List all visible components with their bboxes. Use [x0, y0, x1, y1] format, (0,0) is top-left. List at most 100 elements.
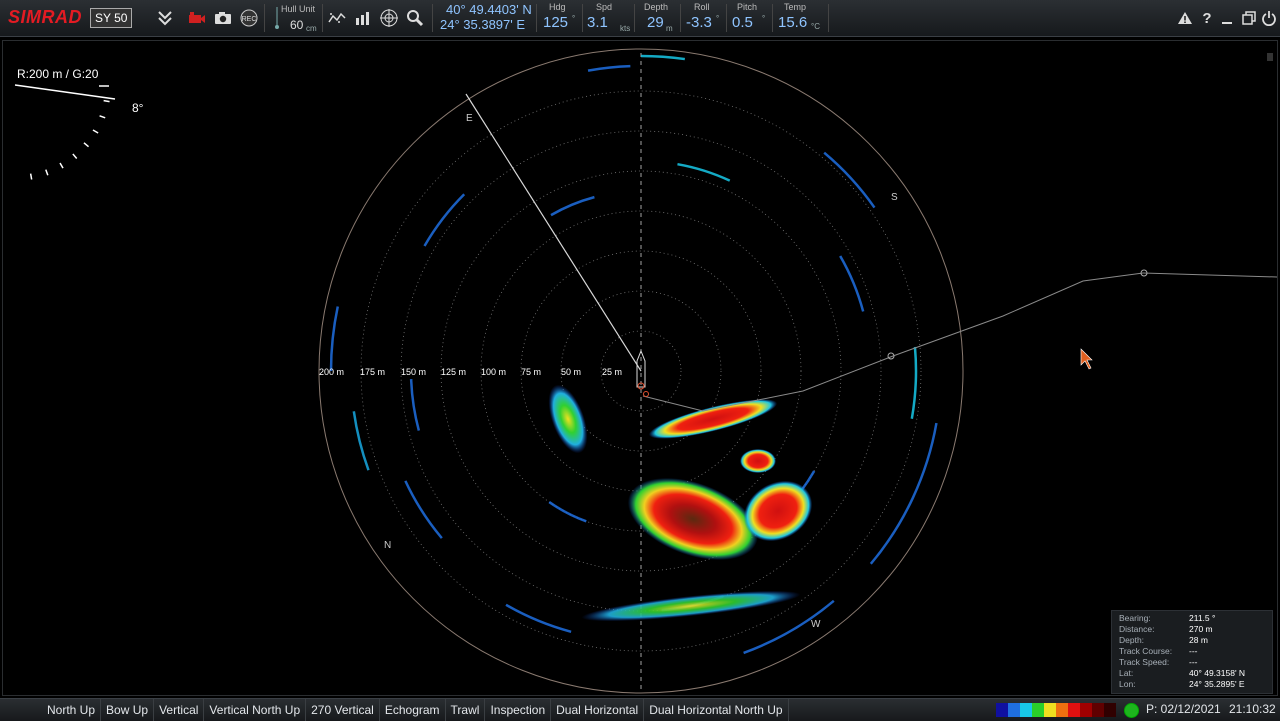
view-mode-tab[interactable]: Vertical	[154, 699, 205, 721]
color-scale-swatch	[996, 703, 1008, 717]
track-line	[642, 272, 1277, 412]
echo-arc	[823, 151, 876, 209]
info-row: Lon: 24° 35.2895' E	[1112, 679, 1272, 690]
info-key: Distance:	[1119, 624, 1155, 634]
view-mode-tab[interactable]: Dual Horizontal North Up	[644, 699, 789, 721]
target-icon[interactable]	[378, 0, 400, 36]
view-mode-tab[interactable]: Inspection	[485, 699, 552, 721]
compass-label-s: S	[891, 192, 898, 203]
rec-icon[interactable]: REC	[238, 0, 260, 36]
echo-arc	[910, 346, 918, 419]
chart-icon[interactable]	[352, 0, 374, 36]
cursor-info-panel: Bearing: 211.5 ° Distance: 270 m Depth: 28 mT…	[1111, 610, 1273, 694]
tilt-tick	[99, 115, 106, 119]
view-mode-tab[interactable]: Bow Up	[101, 699, 155, 721]
tilt-tick	[59, 162, 64, 169]
record-camera-icon[interactable]	[186, 0, 208, 36]
view-mode-tab[interactable]: Trawl	[446, 699, 486, 721]
info-value: 28 m	[1189, 635, 1208, 645]
hull-unit-value: 60	[290, 18, 304, 32]
color-scale-swatch	[1104, 703, 1116, 717]
roll-unit: °	[716, 14, 720, 23]
hull-unit-label: Hull Unit	[281, 4, 316, 14]
tilt-tick	[92, 129, 99, 134]
view-mode-tab[interactable]: 270 Vertical	[306, 699, 380, 721]
echo-arc	[505, 603, 572, 634]
range-label: 50 m	[561, 367, 581, 377]
color-scale-swatch	[1056, 703, 1068, 717]
time-readout: 21:10:32	[1229, 702, 1276, 716]
scrollbar-thumb[interactable]	[1267, 53, 1273, 61]
compass-label-w: W	[811, 619, 821, 630]
echo-arc	[409, 378, 421, 431]
info-value: 211.5 °	[1189, 613, 1216, 623]
echo-arc	[329, 306, 339, 372]
menu-collapse-icon[interactable]	[154, 0, 176, 36]
color-scale-swatch	[1080, 703, 1092, 717]
mouse-cursor-icon	[1080, 348, 1093, 370]
zoom-icon[interactable]	[404, 0, 426, 36]
echo-arc	[423, 193, 466, 247]
bearing-line	[465, 93, 642, 372]
view-mode-tab[interactable]: Echogram	[380, 699, 446, 721]
bottom-toolbar: North Up Bow Up Vertical Vertical North Up 2…	[0, 698, 1280, 721]
range-label: 150 m	[401, 367, 426, 377]
info-value: 40° 49.3158' N	[1189, 668, 1246, 678]
info-row: Bearing: 211.5 °	[1112, 613, 1272, 624]
info-key: Depth:	[1119, 635, 1145, 645]
tilt-tick	[83, 142, 90, 148]
echo-arc	[869, 422, 938, 565]
pitch-value: 0.5	[732, 14, 753, 31]
vessel-icon	[636, 349, 649, 397]
info-value: ---	[1189, 657, 1198, 667]
echo-arc	[548, 501, 587, 523]
color-scale-swatch	[1008, 703, 1020, 717]
help-icon[interactable]: ?	[1196, 0, 1218, 36]
model-badge: SY 50	[90, 8, 133, 28]
restore-icon[interactable]	[1238, 0, 1260, 36]
simrad-logo: SIMRAD	[8, 6, 82, 27]
color-scale-swatch	[1044, 703, 1056, 717]
status-indicator	[1124, 703, 1139, 718]
latitude-readout: 40° 49.4403' N	[446, 2, 532, 17]
echo-arc	[839, 255, 865, 312]
range-gain-readout: R:200 m / G:20	[17, 67, 99, 81]
info-row: Lat: 40° 49.3158' N	[1112, 668, 1272, 679]
view-mode-tab[interactable]: North Up	[42, 699, 102, 721]
echo-arc	[352, 411, 370, 471]
screenshot-icon[interactable]	[212, 0, 234, 36]
echo-arc	[677, 162, 731, 182]
power-icon[interactable]	[1258, 0, 1280, 36]
info-key: Lon:	[1119, 679, 1136, 689]
echo-arc	[640, 54, 686, 61]
sonar-canvas[interactable]: 200 m 175 m 150 m 125 m 100 m 75 m 50 m 25 m E …	[3, 41, 1277, 695]
info-row: Track Speed: ---	[1112, 657, 1272, 668]
speed-label: Spd	[596, 2, 613, 12]
roll-value: -3.3	[686, 14, 712, 31]
tilt-tick	[72, 153, 78, 160]
alarm-icon[interactable]	[1174, 0, 1196, 36]
tilt-tick	[45, 169, 49, 176]
temp-unit: °C	[811, 22, 820, 31]
depth-value: 29	[647, 14, 664, 31]
colors-icon[interactable]	[326, 0, 348, 36]
info-row: Distance: 270 m	[1112, 624, 1272, 635]
view-mode-tab[interactable]: Vertical North Up	[204, 699, 307, 721]
range-labels: 200 m 175 m 150 m 125 m 100 m 75 m 50 m 25 m	[319, 367, 622, 377]
depth-label: Depth	[644, 2, 669, 12]
echo-noise-arcs	[329, 54, 938, 655]
minimize-icon[interactable]	[1216, 0, 1238, 36]
temp-label: Temp	[784, 2, 807, 12]
info-key: Lat:	[1119, 668, 1134, 678]
fish-school-echo-small	[740, 449, 776, 473]
depth-unit: m	[666, 24, 673, 33]
tilt-tick	[29, 173, 33, 180]
rec-label: REC	[242, 16, 257, 23]
hull-unit-unit: cm	[306, 24, 317, 33]
echo-left	[548, 384, 588, 454]
sonar-display[interactable]: 200 m 175 m 150 m 125 m 100 m 75 m 50 m 25 m E …	[2, 40, 1278, 696]
info-row: Track Course: ---	[1112, 646, 1272, 657]
info-value: 270 m	[1189, 624, 1213, 634]
view-mode-tab[interactable]: Dual Horizontal	[551, 699, 645, 721]
color-scale-swatch	[1020, 703, 1032, 717]
